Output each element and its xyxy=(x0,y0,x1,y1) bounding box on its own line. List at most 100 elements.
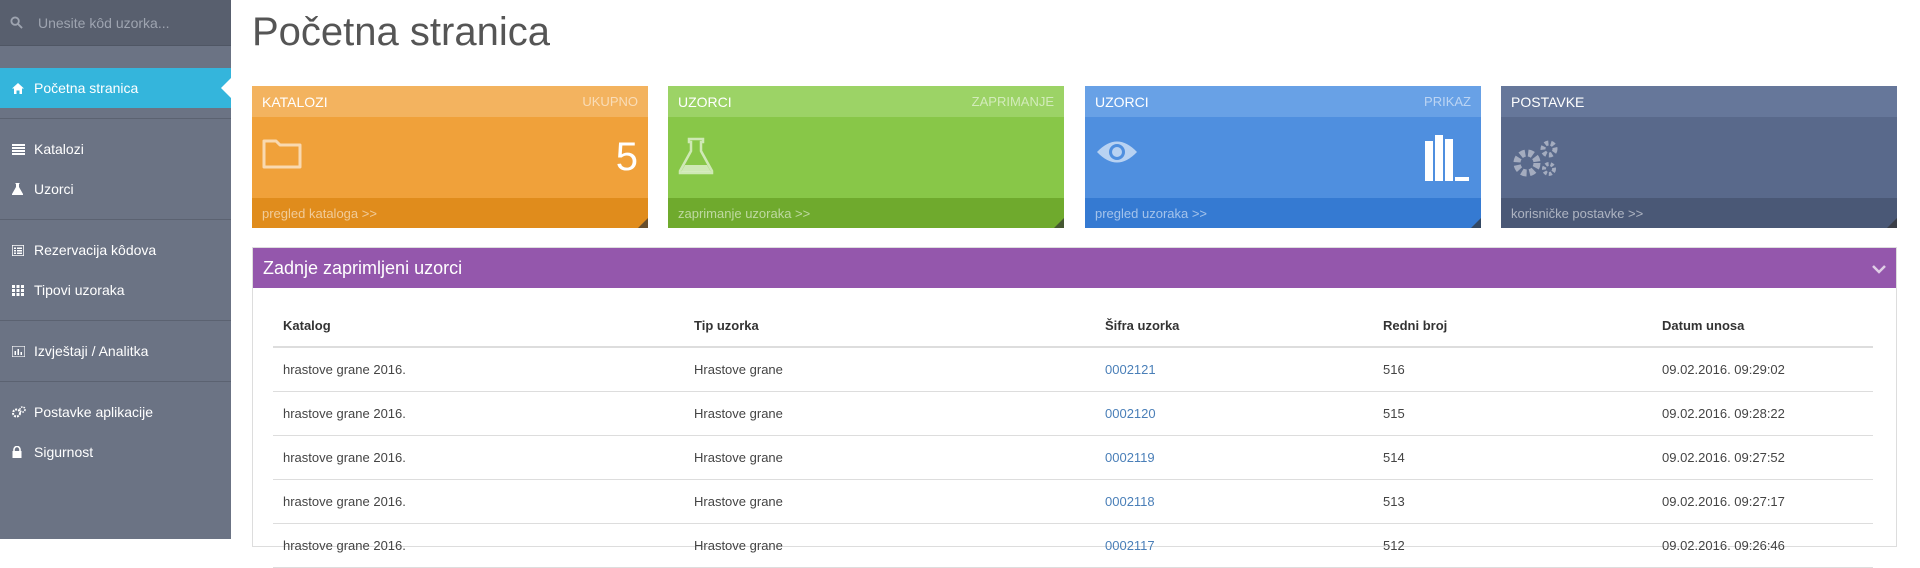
column-header: Datum unosa xyxy=(1652,304,1873,348)
sidebar-item-rezervacija[interactable]: Rezervacija kôdova xyxy=(0,230,231,270)
tile-footer-link[interactable]: pregled kataloga >> xyxy=(252,198,648,228)
sidebar-item-label: Tipovi uzoraka xyxy=(34,282,125,298)
sidebar-item-katalozi[interactable]: Katalozi xyxy=(0,129,231,169)
cell-datum: 09.02.2016. 09:26:46 xyxy=(1652,523,1873,568)
tile-body: 5 xyxy=(252,117,648,198)
tile-footer-label: zaprimanje uzoraka >> xyxy=(678,205,811,221)
sidebar-item-label: Izvještaji / Analitka xyxy=(34,343,149,359)
cell-datum: 09.02.2016. 09:28:22 xyxy=(1652,391,1873,436)
tile-footer-link[interactable]: pregled uzoraka >> xyxy=(1085,198,1481,228)
cell-sifra: 0002118 xyxy=(1095,479,1373,524)
gears-icon xyxy=(1511,137,1561,184)
sidebar-divider xyxy=(0,381,231,382)
chevron-down-icon[interactable] xyxy=(1872,258,1886,279)
sample-code-link[interactable]: 0002117 xyxy=(1105,538,1155,553)
cell-tip: Hrastove grane xyxy=(684,479,1095,524)
sample-code-link[interactable]: 0002121 xyxy=(1105,362,1156,377)
table-row: hrastove grane 2016. Hrastove grane 0002… xyxy=(273,347,1873,392)
sidebar-item-home[interactable]: Početna stranica xyxy=(0,68,231,108)
sidebar-item-postavke-aplikacije[interactable]: Postavke aplikacije xyxy=(0,392,231,432)
list-alt-icon xyxy=(12,244,28,256)
panel-title: Zadnje zaprimljeni uzorci xyxy=(263,257,463,278)
cell-redni-broj: 516 xyxy=(1373,347,1652,392)
tile-katalozi[interactable]: KATALOZI UKUPNO 5 pregled kataloga >> xyxy=(252,86,648,228)
sidebar-item-label: Katalozi xyxy=(34,141,84,157)
cell-sifra: 0002121 xyxy=(1095,347,1373,392)
dashboard-tiles: KATALOZI UKUPNO 5 pregled kataloga >> UZ… xyxy=(252,86,1897,228)
sample-code-link[interactable]: 0002120 xyxy=(1105,406,1156,421)
sidebar-item-label: Početna stranica xyxy=(34,80,139,96)
tile-header: KATALOZI UKUPNO xyxy=(252,86,648,117)
tile-zaprimanje[interactable]: UZORCI ZAPRIMANJE zaprimanje uzoraka >> xyxy=(668,86,1064,228)
main-content: Početna stranica KATALOZI UKUPNO 5 pregl… xyxy=(252,0,1897,568)
sidebar-item-label: Rezervacija kôdova xyxy=(34,242,157,258)
gears-icon xyxy=(12,406,28,418)
flask-icon xyxy=(678,137,714,180)
tile-footer-label: pregled uzoraka >> xyxy=(1095,205,1208,221)
tile-prikaz[interactable]: UZORCI PRIKAZ pregled uzoraka >> xyxy=(1085,86,1481,228)
panel-header[interactable]: Zadnje zaprimljeni uzorci xyxy=(253,248,1896,288)
sidebar-item-tipovi[interactable]: Tipovi uzoraka xyxy=(0,270,231,310)
tile-footer-link[interactable]: korisničke postavke >> xyxy=(1501,198,1897,228)
bar-chart-icon xyxy=(12,345,28,357)
cell-katalog: hrastove grane 2016. xyxy=(273,435,684,480)
tile-subtitle: UKUPNO xyxy=(582,94,638,109)
lock-icon xyxy=(12,446,28,458)
tile-footer-label: pregled kataloga >> xyxy=(262,205,377,221)
cell-katalog: hrastove grane 2016. xyxy=(273,523,684,568)
list-icon xyxy=(12,143,28,155)
cell-sifra: 0002117 xyxy=(1095,523,1373,568)
sidebar-divider xyxy=(0,320,231,321)
library-icon xyxy=(1425,135,1471,186)
sample-code-link[interactable]: 0002119 xyxy=(1105,450,1155,465)
tile-postavke[interactable]: POSTAVKE korisničke postavke >> xyxy=(1501,86,1897,228)
sidebar-item-izvjestaji[interactable]: Izvještaji / Analitka xyxy=(0,331,231,371)
sidebar-item-label: Postavke aplikacije xyxy=(34,404,154,420)
cell-datum: 09.02.2016. 09:27:52 xyxy=(1652,435,1873,480)
sidebar-divider xyxy=(0,219,231,220)
cell-tip: Hrastove grane xyxy=(684,347,1095,392)
column-header: Šifra uzorka xyxy=(1095,304,1373,348)
cell-tip: Hrastove grane xyxy=(684,523,1095,568)
cell-katalog: hrastove grane 2016. xyxy=(273,391,684,436)
tile-body xyxy=(1085,117,1481,198)
search-input[interactable] xyxy=(36,13,230,32)
tile-body xyxy=(668,117,1064,198)
cell-katalog: hrastove grane 2016. xyxy=(273,347,684,392)
cell-sifra: 0002119 xyxy=(1095,435,1373,480)
tile-header: UZORCI ZAPRIMANJE xyxy=(668,86,1064,117)
sidebar-item-sigurnost[interactable]: Sigurnost xyxy=(0,432,231,472)
cell-redni-broj: 514 xyxy=(1373,435,1652,480)
tile-title: POSTAVKE xyxy=(1511,93,1585,110)
flask-icon xyxy=(12,183,28,195)
cell-katalog: hrastove grane 2016. xyxy=(273,479,684,524)
cell-redni-broj: 512 xyxy=(1373,523,1652,568)
table-header-row: Katalog Tip uzorka Šifra uzorka Redni br… xyxy=(273,304,1873,348)
cell-redni-broj: 515 xyxy=(1373,391,1652,436)
sidebar-item-label: Uzorci xyxy=(34,181,74,197)
eye-icon xyxy=(1095,137,1139,172)
cell-sifra: 0002120 xyxy=(1095,391,1373,436)
tile-header: POSTAVKE xyxy=(1501,86,1897,117)
cell-tip: Hrastove grane xyxy=(684,435,1095,480)
cell-redni-broj: 513 xyxy=(1373,479,1652,524)
sample-code-link[interactable]: 0002118 xyxy=(1105,494,1155,509)
search-bar xyxy=(0,0,231,46)
cell-datum: 09.02.2016. 09:27:17 xyxy=(1652,479,1873,524)
sidebar-item-uzorci[interactable]: Uzorci xyxy=(0,169,231,209)
tile-footer-link[interactable]: zaprimanje uzoraka >> xyxy=(668,198,1064,228)
tile-title: KATALOZI xyxy=(262,93,328,110)
folder-icon xyxy=(262,137,302,174)
tile-header: UZORCI PRIKAZ xyxy=(1085,86,1481,117)
recent-samples-panel: Zadnje zaprimljeni uzorci Katalog Tip uz… xyxy=(252,247,1897,568)
sidebar: Početna stranica Katalozi Uzorci Rezerva… xyxy=(0,0,231,539)
home-icon xyxy=(12,82,28,94)
table-row: hrastove grane 2016. Hrastove grane 0002… xyxy=(273,435,1873,480)
sidebar-divider xyxy=(0,118,231,119)
table-row: hrastove grane 2016. Hrastove grane 0002… xyxy=(273,523,1873,568)
cell-tip: Hrastove grane xyxy=(684,391,1095,436)
table-row: hrastove grane 2016. Hrastove grane 0002… xyxy=(273,391,1873,436)
tile-footer-label: korisničke postavke >> xyxy=(1511,205,1644,221)
page-title: Početna stranica xyxy=(252,10,550,54)
tile-subtitle: ZAPRIMANJE xyxy=(971,94,1054,109)
